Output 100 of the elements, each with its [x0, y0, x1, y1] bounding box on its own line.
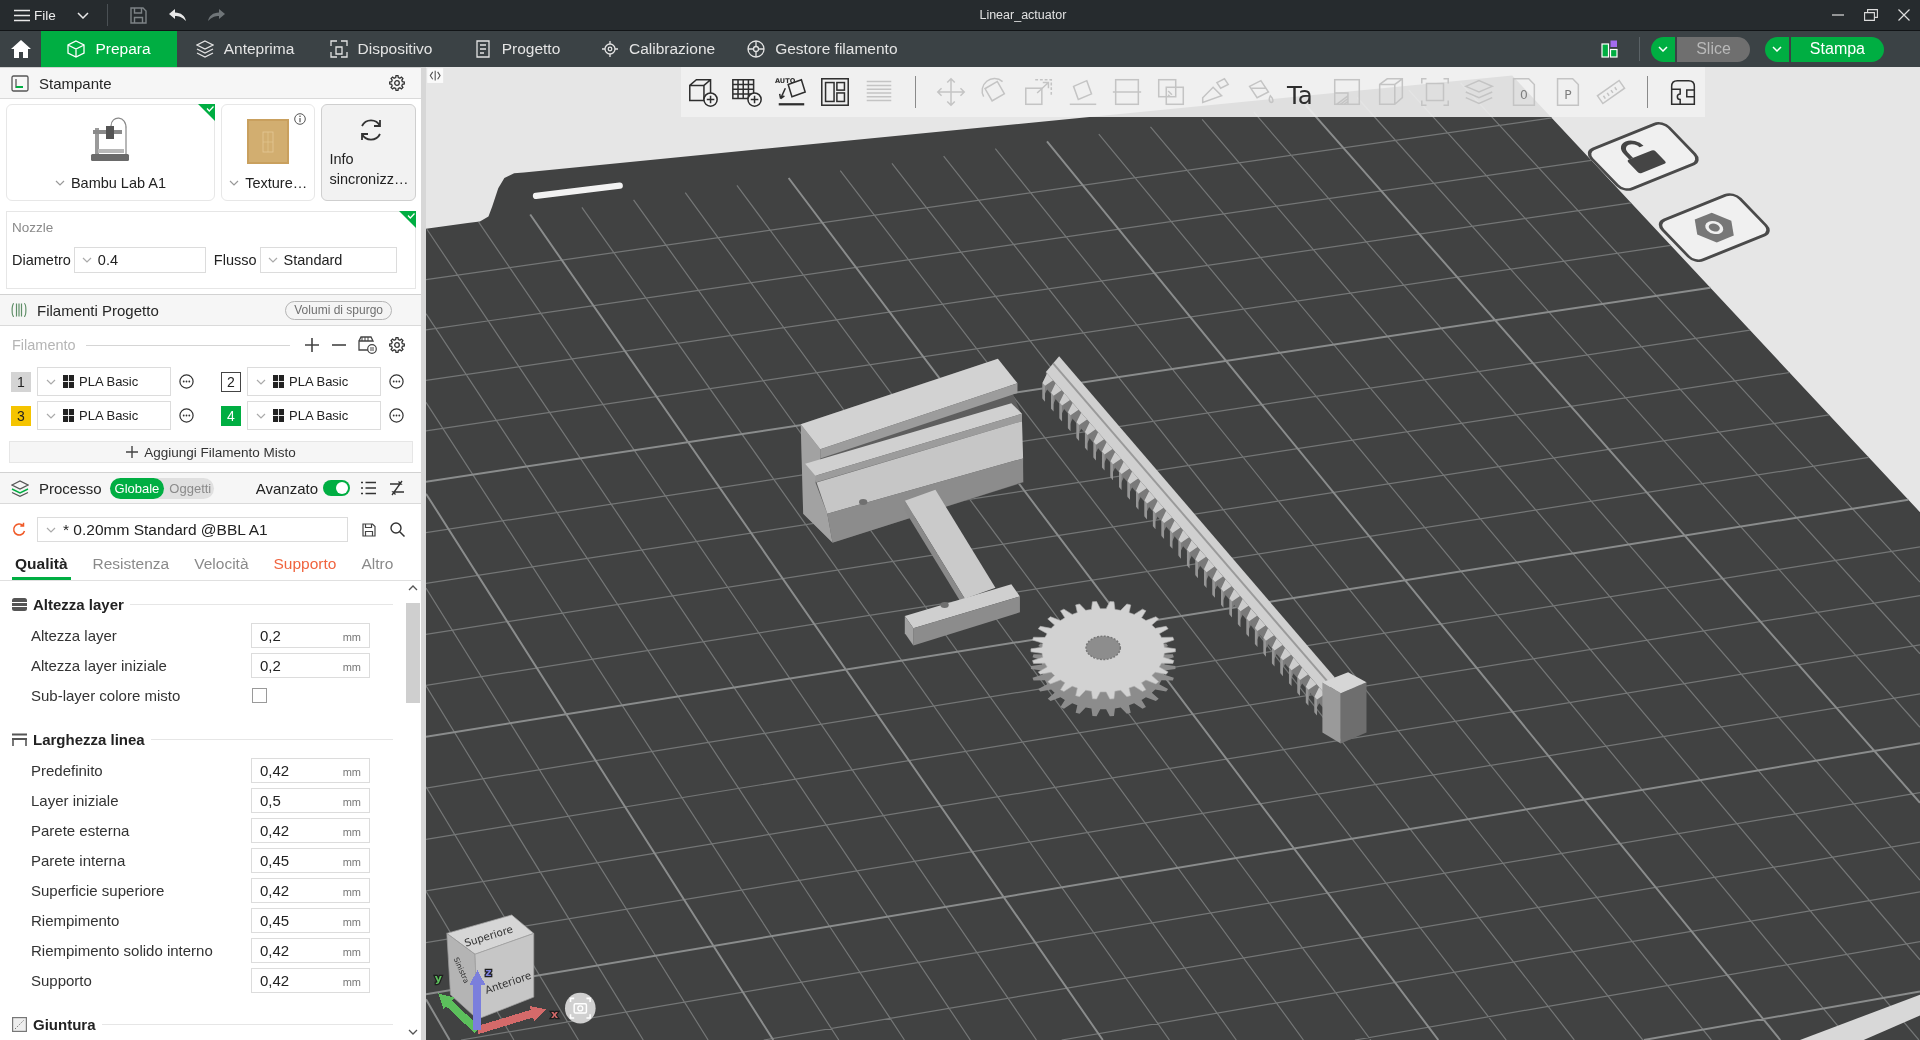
- number-field[interactable]: 0,5 mm: [251, 787, 370, 813]
- settings-icon[interactable]: [389, 75, 405, 91]
- layout-icon[interactable]: [818, 75, 852, 109]
- number-field[interactable]: 0,42 mm: [251, 817, 370, 843]
- plate-card[interactable]: Texture…: [220, 104, 316, 201]
- printer-card[interactable]: Bambu Lab A1: [6, 104, 215, 201]
- text-icon[interactable]: Ta: [1286, 75, 1320, 109]
- setting-label: Sub-layer colore misto: [31, 686, 182, 704]
- filament-dropdown[interactable]: PLA Basic: [247, 401, 381, 430]
- filament-swatch-icon: [63, 409, 74, 422]
- home-icon[interactable]: [10, 40, 31, 58]
- scroll-up-icon[interactable]: [408, 585, 418, 591]
- filament-badge[interactable]: 1: [11, 371, 31, 392]
- setting-label: Riempimento: [31, 911, 121, 929]
- collapse-panel-icon[interactable]: [427, 68, 444, 83]
- compare-icon[interactable]: [389, 480, 405, 496]
- nav-tab[interactable]: Anteprima: [177, 31, 313, 67]
- setting-label: Parete interna: [31, 851, 127, 869]
- restore-icon[interactable]: [1863, 9, 1878, 21]
- section-title: Stampante: [39, 74, 112, 92]
- nozzle-dropdown[interactable]: Standard: [259, 247, 397, 273]
- unit-label: mm: [342, 795, 361, 808]
- caret-icon: [267, 257, 278, 263]
- filament-swatch-icon: [273, 409, 284, 422]
- reset-icon[interactable]: [12, 522, 27, 537]
- number-field[interactable]: 0,42 mm: [251, 757, 370, 783]
- number-field[interactable]: 0,2 mm: [251, 622, 370, 648]
- settings-tab[interactable]: Resistenza: [89, 550, 173, 580]
- number-field[interactable]: 0,45 mm: [251, 847, 370, 873]
- caret-icon: [229, 180, 240, 186]
- add-mixed-filament-button[interactable]: Aggiungi Filamento Misto: [9, 441, 413, 463]
- filament-dropdown[interactable]: PLA Basic: [37, 401, 171, 430]
- nav-tab[interactable]: Progetto: [449, 31, 585, 67]
- close-icon[interactable]: [1897, 9, 1910, 21]
- number-field[interactable]: 0,42 mm: [251, 937, 370, 963]
- filament-swatch-icon: [63, 375, 74, 388]
- number-field[interactable]: 0,42 mm: [251, 877, 370, 903]
- layers-icon: [11, 479, 29, 497]
- search-icon[interactable]: [390, 522, 405, 537]
- filament-sync-icon[interactable]: [357, 336, 377, 354]
- undo-icon[interactable]: [168, 8, 186, 22]
- setting-label: Altezza layer iniziale: [31, 656, 168, 674]
- camera-focus-icon[interactable]: [565, 992, 596, 1024]
- field-label: Flusso: [213, 252, 257, 268]
- redo-icon[interactable]: [207, 8, 225, 22]
- settings-tab[interactable]: Altro: [358, 550, 397, 580]
- checkbox[interactable]: [252, 687, 267, 703]
- filament-dropdown[interactable]: PLA Basic: [37, 367, 171, 396]
- filament-badge[interactable]: 3: [11, 405, 31, 426]
- more-icon[interactable]: [179, 408, 194, 423]
- group-title: Giuntura: [33, 1015, 96, 1033]
- setting-label: Predefinito: [31, 761, 104, 779]
- info-icon[interactable]: [294, 113, 307, 125]
- scroll-down-icon[interactable]: [408, 1029, 418, 1035]
- unit-label: mm: [342, 855, 361, 868]
- spool-icon: [747, 40, 766, 58]
- advanced-switch[interactable]: [323, 480, 350, 496]
- filament-swatch-icon: [273, 375, 284, 388]
- plus-icon[interactable]: [305, 338, 319, 352]
- dropdown-button[interactable]: [1764, 36, 1789, 62]
- save-icon[interactable]: [362, 522, 376, 537]
- layout-icon[interactable]: [1601, 40, 1619, 58]
- printer-box-icon: [11, 74, 29, 92]
- settings-tab[interactable]: Qualità: [12, 550, 71, 580]
- settings-icon[interactable]: [389, 337, 405, 353]
- scrollbar-thumb[interactable]: [406, 603, 420, 703]
- plate-name: Texture…: [245, 175, 308, 191]
- number-field[interactable]: 0,45 mm: [251, 907, 370, 933]
- plus-icon: [126, 446, 139, 458]
- more-icon[interactable]: [389, 374, 404, 389]
- caret-icon: [54, 180, 65, 186]
- purge-volumes-button[interactable]: Volumi di spurgo: [285, 300, 392, 320]
- unit-label: mm: [342, 825, 361, 838]
- preset-dropdown[interactable]: * 0.20mm Standard @BBL A1: [37, 517, 348, 542]
- line-width-icon: [12, 732, 27, 746]
- build-plate-drawing: [247, 119, 290, 164]
- spools-icon: [11, 302, 27, 318]
- filament-badge[interactable]: 2: [221, 371, 241, 392]
- number-field[interactable]: 0,42 mm: [251, 967, 370, 993]
- number-field[interactable]: 0,2 mm: [251, 652, 370, 678]
- group-title: Altezza layer: [33, 595, 124, 613]
- dropdown-button[interactable]: [1651, 36, 1676, 62]
- view-cube[interactable]: [446, 914, 535, 1020]
- filament-dropdown[interactable]: PLA Basic: [247, 367, 381, 396]
- file-menu-button[interactable]: File: [14, 3, 89, 27]
- settings-tab[interactable]: Velocità: [191, 550, 252, 580]
- nozzle-title: Nozzle: [12, 220, 55, 235]
- sync-button[interactable]: Info sincronizz…: [321, 104, 416, 201]
- more-icon[interactable]: [179, 374, 194, 389]
- minimize-icon[interactable]: [1831, 14, 1844, 16]
- nozzle-dropdown[interactable]: 0.4: [73, 247, 206, 273]
- cube-icon: [67, 40, 86, 58]
- caret-icon: [46, 378, 56, 385]
- setting-label: Riempimento solido interno: [31, 941, 214, 959]
- nav-tab[interactable]: Calibrazione: [585, 31, 732, 67]
- nav-tab[interactable]: Dispositivo: [313, 31, 449, 67]
- list-icon[interactable]: [361, 481, 376, 495]
- nav-tab[interactable]: Gestore filamento: [731, 31, 914, 67]
- more-icon[interactable]: [389, 408, 404, 423]
- advanced-label: Avanzato: [255, 479, 318, 497]
